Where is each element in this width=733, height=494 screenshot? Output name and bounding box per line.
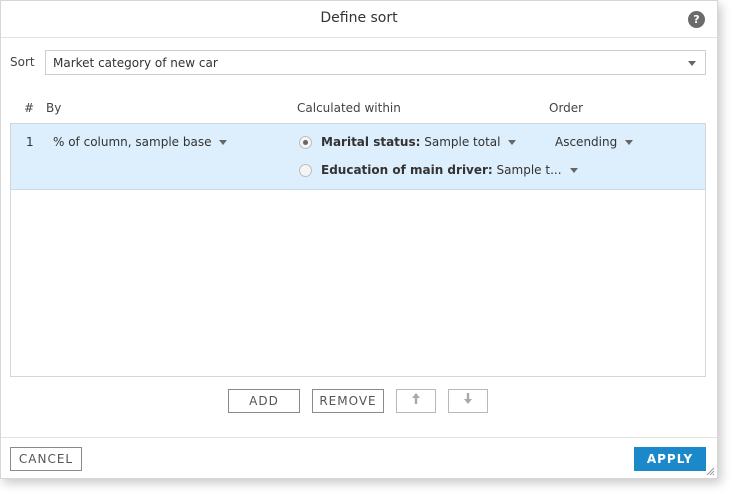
calc-within-education-dropdown[interactable]: Education of main driver: Sample t...	[321, 163, 578, 177]
resize-handle-icon[interactable]	[705, 466, 715, 476]
calc-within-value: Sample total	[420, 135, 501, 149]
row-number: 1	[26, 135, 34, 149]
sort-label: Sort	[10, 55, 35, 69]
calc-within-label: Marital status:	[321, 135, 421, 149]
footer-divider	[1, 437, 717, 438]
sort-rules-table: 1 % of column, sample base Marital statu…	[10, 123, 706, 377]
move-up-button[interactable]	[396, 389, 436, 413]
table-row[interactable]: 1 % of column, sample base Marital statu…	[11, 124, 705, 190]
add-button[interactable]: ADD	[228, 389, 300, 413]
chevron-down-icon	[569, 168, 578, 173]
define-sort-dialog: Define sort ? Sort Market category of ne…	[0, 0, 718, 479]
apply-button[interactable]: APPLY	[634, 447, 706, 471]
remove-button[interactable]: REMOVE	[312, 389, 384, 413]
by-dropdown[interactable]: % of column, sample base	[53, 135, 228, 149]
radio-education-main-driver[interactable]	[299, 164, 312, 177]
move-down-button[interactable]	[448, 389, 488, 413]
arrow-up-icon	[412, 393, 420, 404]
arrow-down-icon	[464, 393, 472, 404]
calc-within-label: Education of main driver:	[321, 163, 493, 177]
sort-dropdown[interactable]: Market category of new car	[45, 50, 706, 75]
column-header-by: By	[46, 101, 62, 115]
calc-within-value: Sample t...	[492, 163, 562, 177]
sort-dropdown-value: Market category of new car	[53, 56, 218, 70]
cancel-button[interactable]: CANCEL	[10, 447, 82, 471]
dialog-titlebar: Define sort ?	[1, 1, 717, 38]
calc-within-marital-status-dropdown[interactable]: Marital status: Sample total	[321, 135, 517, 149]
order-dropdown-value: Ascending	[555, 135, 618, 149]
column-header-number: #	[24, 101, 35, 115]
chevron-down-icon	[508, 140, 517, 145]
column-header-calculated-within: Calculated within	[297, 101, 401, 115]
chevron-down-icon	[688, 61, 696, 66]
order-dropdown[interactable]: Ascending	[555, 135, 634, 149]
help-icon[interactable]: ?	[688, 11, 705, 28]
column-header-order: Order	[549, 101, 584, 115]
chevron-down-icon	[219, 140, 228, 145]
by-dropdown-value: % of column, sample base	[53, 135, 212, 149]
radio-marital-status[interactable]	[299, 136, 312, 149]
chevron-down-icon	[625, 140, 634, 145]
dialog-title: Define sort	[320, 10, 398, 26]
